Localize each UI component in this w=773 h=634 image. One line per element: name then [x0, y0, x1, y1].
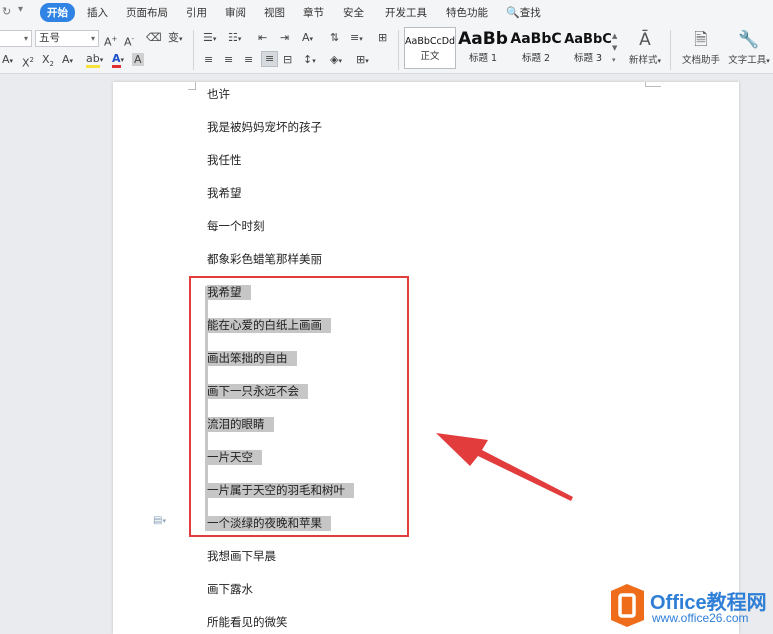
office-logo-icon — [611, 584, 644, 627]
watermark-url: www.office26.com — [652, 611, 749, 625]
watermark: Office教程网 www.office26.com — [608, 583, 773, 628]
annotation-arrow-icon — [436, 433, 573, 501]
